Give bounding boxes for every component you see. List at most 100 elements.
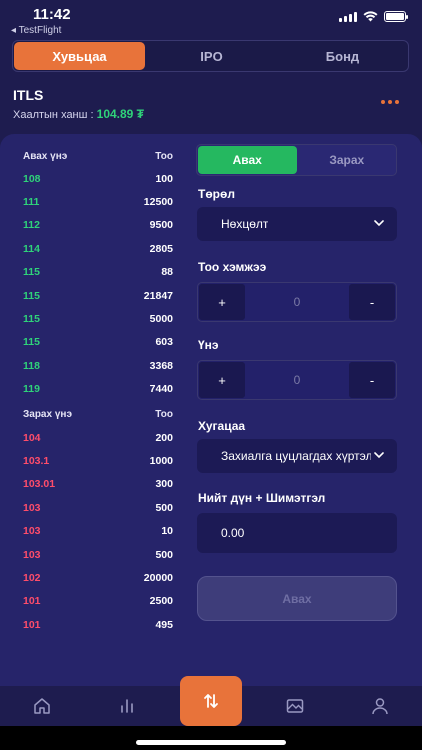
order-type-label: Төрөл (198, 187, 235, 201)
buy-order-qty: 603 (155, 336, 173, 349)
buy-order-price: 114 (23, 242, 40, 255)
sell-order-row[interactable]: 103.1 1000 (23, 449, 173, 472)
status-icons (339, 11, 408, 22)
swap-icon (204, 694, 218, 708)
order-type-select[interactable]: Нөхцөлт (197, 207, 397, 241)
chart-bars-icon (120, 699, 133, 713)
buy-price-header: Авах үнэ (23, 150, 68, 162)
buy-order-row[interactable]: 111 12500 (23, 190, 173, 213)
sell-order-price: 103 (23, 548, 41, 561)
home-indicator[interactable] (136, 740, 286, 745)
buy-order-row[interactable]: 115 5000 (23, 307, 173, 330)
nav-market[interactable] (84, 686, 168, 726)
status-bar: 11:42 ◂ TestFlight (0, 0, 422, 40)
chevron-down-icon (374, 220, 384, 227)
nav-profile[interactable] (338, 686, 422, 726)
sell-order-qty: 1000 (149, 454, 173, 467)
back-to-testflight-link[interactable]: ◂ TestFlight (11, 25, 61, 36)
buy-order-qty: 2805 (149, 242, 173, 255)
order-side-tabs: Авах Зарах (196, 144, 397, 176)
sell-order-qty: 300 (155, 478, 173, 491)
close-price-label: Хаалтын ханш : (13, 109, 94, 121)
quantity-stepper: + 0 - (197, 282, 397, 322)
quantity-minus-button[interactable]: - (349, 284, 395, 320)
buy-order-price: 115 (23, 313, 40, 326)
sell-order-qty: 200 (155, 431, 173, 444)
quantity-input[interactable]: 0 (246, 295, 348, 309)
close-price-value: 104.89 ₮ (96, 107, 145, 121)
buy-order-qty: 7440 (149, 383, 173, 396)
buy-order-qty: 12500 (143, 196, 173, 209)
sell-order-row[interactable]: 103 500 (23, 543, 173, 566)
buy-order-row[interactable]: 115 21847 (23, 284, 173, 307)
profile-icon (372, 698, 388, 715)
nav-trade-button[interactable] (180, 676, 242, 726)
term-select[interactable]: Захиалга цуцлагдах хүртэл (197, 439, 397, 473)
sell-order-price: 104 (23, 431, 41, 444)
buy-order-price: 118 (23, 359, 40, 372)
submit-buy-button[interactable]: Авах (197, 576, 397, 621)
sell-order-row[interactable]: 101 495 (23, 613, 173, 636)
quantity-plus-button[interactable]: + (199, 284, 245, 320)
buy-order-row[interactable]: 108 100 (23, 167, 173, 190)
sell-order-price: 101 (23, 618, 41, 631)
buy-order-qty: 3368 (149, 359, 173, 372)
buy-order-price: 115 (23, 289, 40, 302)
sell-order-price: 101 (23, 595, 41, 608)
home-icon (34, 698, 50, 714)
order-book: Авах үнэ Тоо 108 100 111 12500 112 9500 114 280… (23, 145, 173, 636)
sell-order-qty: 500 (155, 548, 173, 561)
buy-order-price: 108 (23, 172, 41, 185)
tab-buy[interactable]: Авах (198, 146, 297, 174)
sell-order-qty: 20000 (143, 571, 173, 584)
buy-order-price: 111 (23, 196, 40, 209)
price-input[interactable]: 0 (246, 373, 348, 387)
buy-order-row[interactable]: 112 9500 (23, 214, 173, 237)
status-time: 11:42 (33, 6, 71, 23)
sell-order-qty: 2500 (149, 595, 173, 608)
buy-order-row[interactable]: 114 2805 (23, 237, 173, 260)
home-indicator-area (0, 726, 422, 750)
sell-order-qty: 495 (155, 618, 173, 631)
buy-order-row[interactable]: 115 603 (23, 331, 173, 354)
tab-bonds[interactable]: Бонд (277, 41, 408, 71)
term-value: Захиалга цуцлагдах хүртэл (221, 449, 371, 463)
tab-ipo[interactable]: IPO (146, 41, 277, 71)
sell-header: Зарах үнэ Тоо (23, 404, 173, 426)
buy-order-qty: 9500 (149, 219, 173, 232)
nav-portfolio[interactable] (253, 686, 337, 726)
sell-order-price: 103 (23, 501, 41, 514)
buy-order-row[interactable]: 115 88 (23, 261, 173, 284)
stock-ticker: ITLS (13, 87, 44, 103)
order-type-value: Нөхцөлт (221, 217, 269, 231)
sell-order-row[interactable]: 103 500 (23, 496, 173, 519)
price-minus-button[interactable]: - (349, 362, 395, 398)
quantity-label: Тоо хэмжээ (198, 260, 267, 274)
buy-header: Авах үнэ Тоо (23, 145, 173, 167)
price-plus-button[interactable]: + (199, 362, 245, 398)
buy-order-row[interactable]: 119 7440 (23, 378, 173, 401)
buy-order-qty: 5000 (149, 313, 173, 326)
sell-order-row[interactable]: 103.01 300 (23, 473, 173, 496)
tab-stocks[interactable]: Хувьцаа (14, 42, 145, 70)
more-options-icon[interactable] (381, 100, 399, 104)
sell-order-row[interactable]: 104 200 (23, 426, 173, 449)
chevron-down-icon (374, 452, 384, 459)
wifi-icon (363, 11, 378, 22)
battery-icon (384, 11, 408, 22)
tab-sell[interactable]: Зарах (298, 145, 397, 175)
sell-order-price: 103 (23, 525, 41, 538)
buy-qty-header: Тоо (155, 150, 173, 162)
sell-order-row[interactable]: 102 20000 (23, 566, 173, 589)
sell-order-row[interactable]: 101 2500 (23, 590, 173, 613)
price-label: Үнэ (198, 338, 219, 352)
buy-order-qty: 21847 (143, 289, 173, 302)
sell-order-row[interactable]: 103 10 (23, 519, 173, 542)
sell-order-price: 103.01 (23, 478, 56, 491)
buy-order-row[interactable]: 118 3368 (23, 354, 173, 377)
total-field: 0.00 (197, 513, 397, 553)
signal-icon (339, 11, 357, 22)
buy-order-price: 115 (23, 336, 40, 349)
image-icon (287, 699, 304, 713)
nav-home[interactable] (0, 686, 84, 726)
